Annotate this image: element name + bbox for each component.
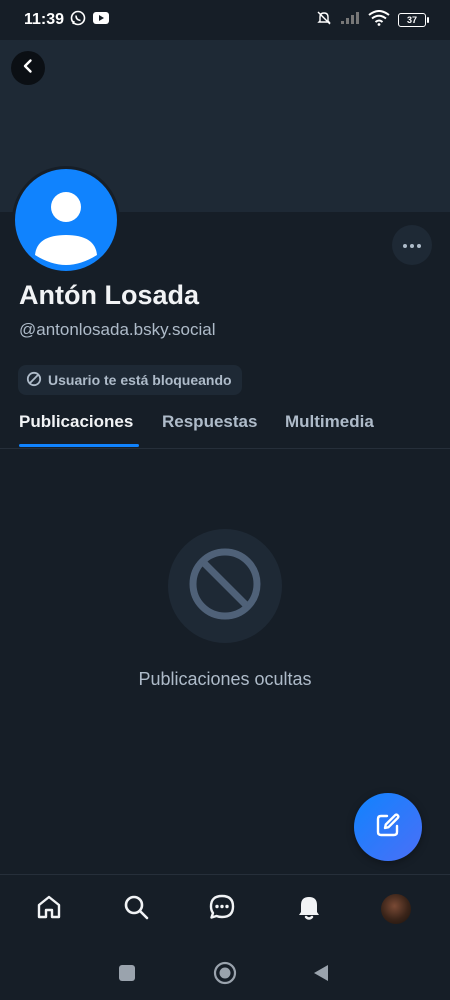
user-avatar — [381, 894, 411, 924]
nav-chat[interactable] — [202, 889, 242, 929]
status-right: 37 — [316, 9, 429, 31]
profile-tabs: Publicaciones Respuestas Multimedia — [0, 400, 450, 449]
back-system-button[interactable] — [312, 963, 330, 988]
profile-avatar[interactable] — [12, 166, 120, 274]
bell-off-icon — [316, 10, 332, 31]
bottom-navigation — [0, 874, 450, 942]
nav-profile[interactable] — [376, 889, 416, 929]
more-options-button[interactable] — [392, 225, 432, 265]
bell-icon — [295, 893, 323, 926]
blocked-badge: Usuario te está bloqueando — [18, 365, 242, 395]
wifi-icon — [368, 9, 390, 31]
whatsapp-icon — [70, 10, 86, 31]
tab-publicaciones[interactable]: Publicaciones — [19, 412, 133, 432]
hidden-posts-icon-container — [168, 529, 282, 643]
system-navigation-bar — [0, 942, 450, 1000]
hidden-posts-text: Publicaciones ocultas — [138, 669, 312, 689]
status-left: 11:39 — [24, 10, 110, 31]
recent-apps-button[interactable] — [118, 964, 136, 987]
home-icon — [35, 893, 63, 926]
signal-icon — [340, 11, 360, 30]
block-icon — [187, 546, 263, 627]
compose-post-button[interactable] — [354, 793, 422, 861]
chevron-left-icon — [20, 58, 36, 79]
display-name: Antón Losada — [19, 280, 199, 310]
home-system-button[interactable] — [213, 961, 237, 990]
ellipsis-icon — [402, 236, 422, 254]
status-bar: 11:39 37 — [0, 0, 450, 40]
back-button[interactable] — [11, 51, 45, 85]
nav-search[interactable] — [116, 889, 156, 929]
profile-handle: @antonlosada.bsky.social — [19, 320, 216, 339]
tab-respuestas[interactable]: Respuestas — [162, 412, 257, 432]
block-icon — [26, 371, 42, 390]
battery-indicator: 37 — [398, 13, 429, 27]
default-user-icon — [15, 192, 117, 271]
active-tab-indicator — [19, 444, 139, 447]
nav-notifications[interactable] — [289, 889, 329, 929]
status-time: 11:39 — [24, 11, 65, 28]
compose-icon — [374, 811, 402, 844]
search-icon — [122, 893, 150, 926]
chat-icon — [208, 893, 236, 926]
blocked-badge-label: Usuario te está bloqueando — [48, 372, 232, 388]
nav-home[interactable] — [29, 889, 69, 929]
youtube-icon — [92, 11, 110, 30]
tab-multimedia[interactable]: Multimedia — [285, 412, 374, 432]
